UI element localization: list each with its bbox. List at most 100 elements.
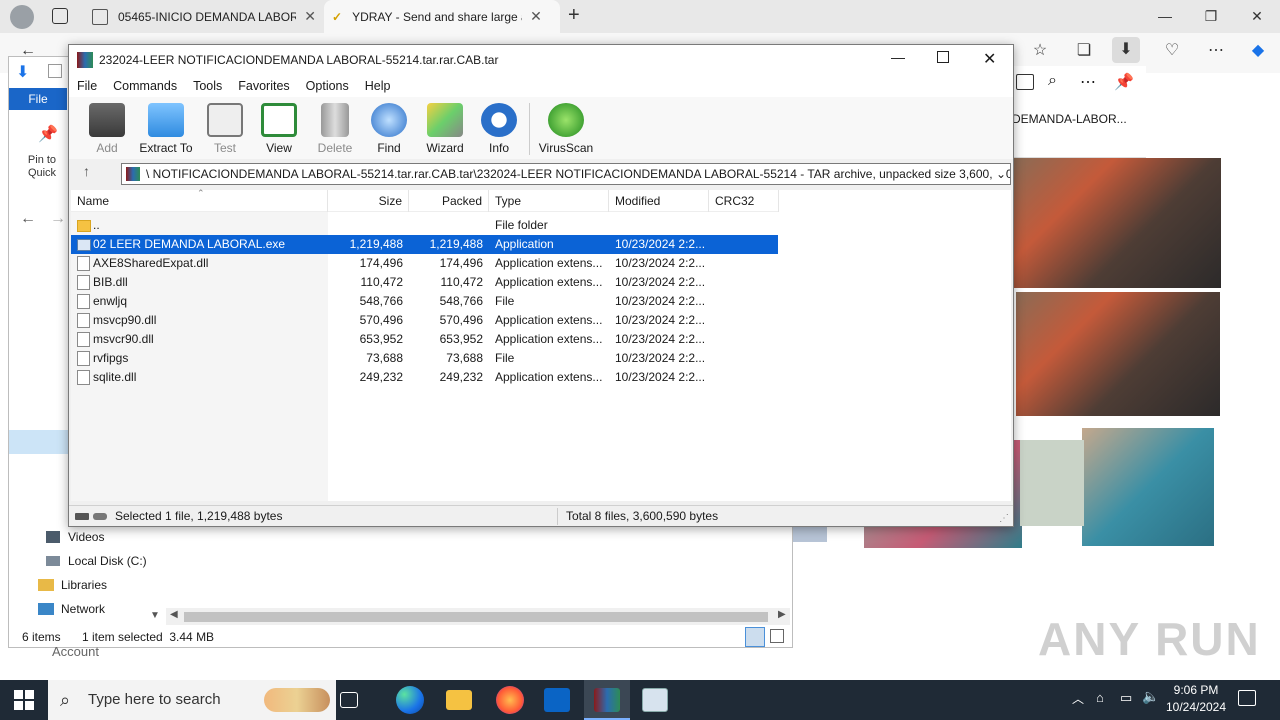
resize-grip-icon[interactable]: ⋰ (999, 508, 1009, 529)
table-row[interactable]: AXE8SharedExpat.dll 174,496 174,496 Applica… (71, 254, 778, 273)
tray-chevron-icon[interactable]: ︿ (1072, 690, 1084, 707)
table-row[interactable]: enwljq 548,766 548,766 File 10/23/2024 2:2..… (71, 292, 778, 311)
column-crc32[interactable]: CRC32 (709, 190, 779, 212)
cell-type: Application extens... (495, 256, 603, 270)
tree-item-local-disk[interactable]: Local Disk (C:) (46, 554, 147, 568)
winrar-app-icon (77, 52, 93, 68)
details-view-icon[interactable] (745, 627, 765, 647)
tab-actions-icon[interactable] (52, 8, 68, 24)
file-tab[interactable]: File (9, 88, 67, 110)
taskbar-search-box[interactable]: ⌕ Type here to search (48, 680, 336, 720)
app-taskbar-icon[interactable] (642, 688, 668, 712)
tab-ydray[interactable]: ✓ YDRAY - Send and share large and ✕ (324, 0, 560, 33)
winrar-minimize-icon[interactable]: — (891, 49, 905, 65)
tree-item-network[interactable]: Network (38, 602, 105, 616)
winrar-close-icon[interactable]: ✕ (983, 49, 996, 69)
cell-type: Application extens... (495, 275, 603, 289)
menu-favorites[interactable]: Favorites (230, 79, 297, 93)
pin-quick-access-icon[interactable]: 📌 (38, 124, 58, 144)
profile-avatar[interactable] (10, 5, 34, 29)
minimize-icon[interactable]: — (1142, 0, 1188, 33)
tab-demanda[interactable]: 05465-INICIO DEMANDA LABORAL ✕ (84, 0, 324, 33)
open-folder-icon[interactable] (1016, 74, 1034, 90)
table-row[interactable]: 02 LEER DEMANDA LABORAL.exe 1,219,488 1,21… (71, 235, 778, 254)
tree-item-libraries[interactable]: Libraries (38, 578, 107, 592)
account-label[interactable]: Account (52, 644, 99, 659)
start-icon[interactable] (14, 690, 34, 710)
search-downloads-icon[interactable]: ⌕ (1048, 72, 1057, 90)
scroll-right-icon[interactable]: ▶ (778, 609, 786, 620)
find-magnifier-icon (371, 103, 407, 137)
pin-quick-access-label[interactable]: Pin to Quick access (14, 154, 70, 180)
more-icon[interactable]: ⋯ (1202, 38, 1230, 64)
info-button[interactable]: Info (467, 101, 531, 157)
pin-icon[interactable]: 📌 (1114, 72, 1134, 92)
edge-taskbar-icon[interactable] (396, 686, 424, 714)
outlook-taskbar-icon[interactable] (544, 688, 570, 712)
add-button[interactable]: Add (75, 101, 139, 157)
tree-scroll-down-icon[interactable]: ▼ (150, 610, 160, 621)
table-row[interactable]: msvcp90.dll 570,496 570,496 Application ext… (71, 311, 778, 330)
table-row[interactable]: .. File folder (71, 216, 778, 235)
browser-essentials-icon[interactable]: ♡ (1158, 38, 1186, 64)
table-row[interactable]: rvfipgs 73,688 73,688 File 10/23/2024 2:2... (71, 349, 778, 368)
notifications-icon[interactable] (1238, 690, 1256, 706)
extract-to-button[interactable]: Extract To (133, 101, 199, 157)
favorites-icon[interactable]: ☆ (1026, 38, 1054, 64)
tree-label: Videos (68, 530, 105, 544)
cell-type: File folder (495, 218, 548, 232)
download-item-name[interactable]: DEMANDA-LABOR... (1012, 112, 1127, 126)
menu-tools[interactable]: Tools (185, 79, 230, 93)
menu-file[interactable]: File (69, 79, 105, 93)
winrar-title: 232024-LEER NOTIFICACIONDEMANDA LABORAL-… (99, 53, 499, 67)
copilot-icon[interactable]: ◆ (1244, 38, 1272, 64)
virusscan-button[interactable]: VirusScan (533, 101, 599, 157)
tray-volume-icon[interactable]: 🔈 (1142, 688, 1159, 705)
menu-options[interactable]: Options (298, 79, 357, 93)
view-button[interactable]: View (247, 101, 311, 157)
downloads-tree-selected[interactable] (9, 430, 69, 454)
horizontal-scrollbar[interactable]: ◀ ▶ (166, 608, 790, 625)
explorer-forward-icon[interactable]: → (50, 210, 66, 228)
winrar-maximize-icon[interactable] (937, 51, 949, 63)
column-type[interactable]: Type (489, 190, 609, 212)
tray-network-icon[interactable]: ⌂ (1096, 690, 1104, 705)
explorer-back-icon[interactable]: ← (20, 210, 36, 228)
column-packed[interactable]: Packed (409, 190, 489, 212)
page-icon (92, 8, 108, 25)
scroll-left-icon[interactable]: ◀ (170, 609, 178, 620)
clock-time: 9:06 PM (1173, 683, 1219, 697)
firefox-taskbar-icon[interactable] (496, 686, 524, 714)
close-tab-icon[interactable]: ✕ (530, 8, 542, 25)
extract-folder-icon (148, 103, 184, 137)
collections-icon[interactable]: ❏ (1070, 38, 1098, 64)
table-row[interactable]: sqlite.dll 249,232 249,232 Application exte… (71, 368, 778, 387)
tree-item-videos[interactable]: Videos (46, 530, 104, 544)
column-size[interactable]: Size (328, 190, 409, 212)
new-tab-icon[interactable]: + (568, 4, 592, 27)
find-button[interactable]: Find (357, 101, 421, 157)
column-modified[interactable]: Modified (609, 190, 709, 212)
toolbar-label: Info (488, 141, 509, 155)
menu-commands[interactable]: Commands (105, 79, 185, 93)
table-row[interactable]: BIB.dll 110,472 110,472 Application extens.… (71, 273, 778, 292)
large-icons-view-icon[interactable] (770, 629, 784, 643)
taskbar-clock[interactable]: 9:06 PM 10/24/2024 (1160, 682, 1232, 716)
close-tab-icon[interactable]: ✕ (304, 8, 316, 25)
downloads-more-icon[interactable]: ⋯ (1080, 72, 1096, 92)
tray-wifi-icon[interactable]: ▭ (1120, 690, 1132, 706)
status-selected: Selected 1 file, 1,219,488 bytes (115, 509, 283, 523)
path-field[interactable]: \ NOTIFICACIONDEMANDA LABORAL-55214.tar.… (121, 163, 1011, 185)
file-explorer-taskbar-icon[interactable] (446, 690, 472, 710)
task-view-icon[interactable] (340, 692, 358, 708)
menu-help[interactable]: Help (357, 79, 399, 93)
table-row[interactable]: msvcr90.dll 653,952 653,952 Application ext… (71, 330, 778, 349)
up-folder-icon[interactable]: ↑ (83, 163, 90, 179)
cell-packed: 548,766 (439, 294, 483, 308)
close-window-icon[interactable]: ✕ (1234, 0, 1280, 33)
downloads-icon[interactable]: ⬇ (1112, 37, 1140, 63)
path-dropdown-icon[interactable]: ⌄ (991, 164, 1006, 184)
maximize-icon[interactable]: ❐ (1188, 0, 1234, 33)
explorer-properties-icon[interactable] (48, 64, 62, 78)
scroll-thumb[interactable] (184, 612, 768, 622)
